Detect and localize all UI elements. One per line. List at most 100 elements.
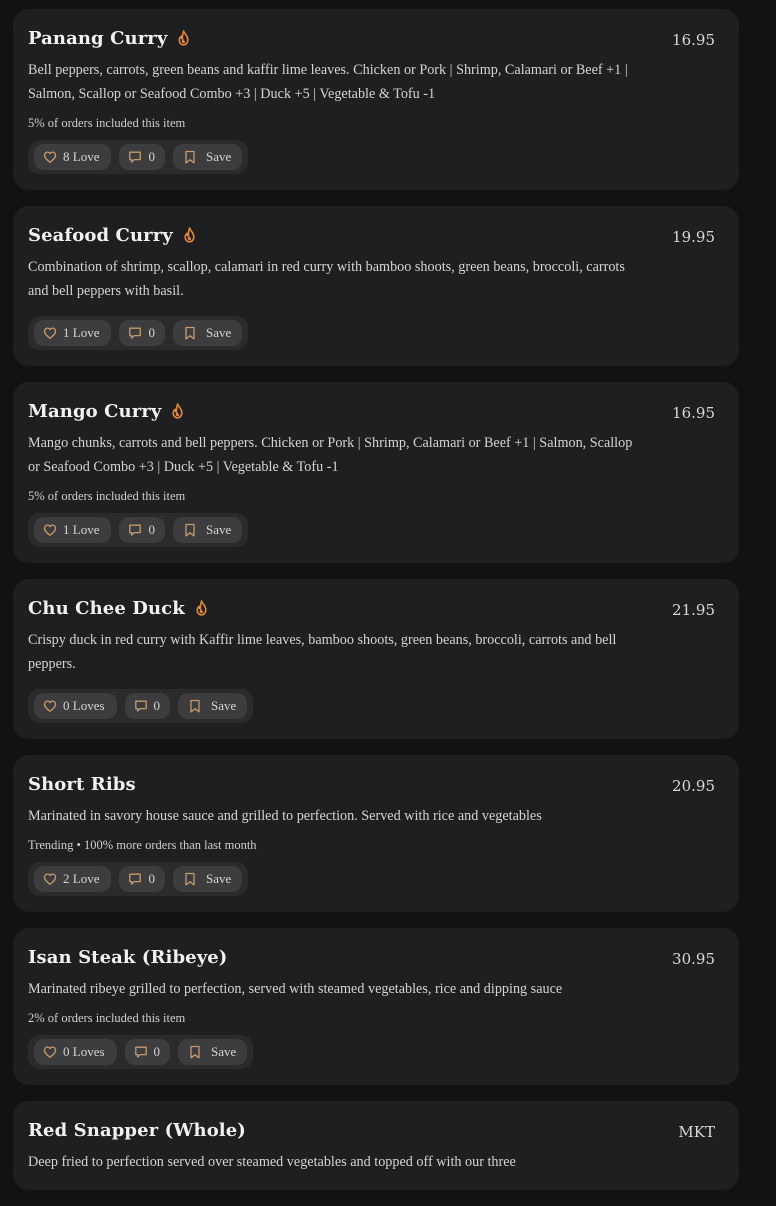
comment-count-label: 0 [153,1044,161,1059]
love-count-label: 2 Love [63,871,100,886]
menu-item-description: Combination of shrimp, scallop, calamari… [28,259,625,299]
comment-icon [134,1046,147,1058]
menu-item-actions: 0 Loves 0 Save [28,1035,254,1069]
save-button[interactable]: Save [172,320,243,346]
love-button[interactable]: 8 Love [34,144,112,170]
menu-item-description: Bell peppers, carrots, green beans and k… [28,62,628,102]
menu-item-title-row: Seafood Curry [28,223,724,247]
save-button[interactable]: Save [178,693,248,719]
comment-icon [129,873,142,885]
menu-item-description: Deep fried to perfection served over ste… [28,1154,516,1170]
comment-icon [129,327,142,339]
comment-button[interactable]: 0 [119,517,165,543]
menu-item-card[interactable]: Chu Chee Duck 21.95 Crispy duck in red c… [13,579,739,739]
love-count-label: 1 Love [63,325,100,340]
menu-item-name[interactable]: Chu Chee Duck [28,598,185,619]
comment-icon [129,524,142,536]
heart-icon [43,873,57,885]
menu-item-title-row: Red Snapper (Whole) [28,1118,724,1142]
menu-item-price: 16.95 [672,404,715,422]
flame-icon [171,403,184,419]
menu-item-name[interactable]: Red Snapper (Whole) [28,1120,246,1141]
bookmark-icon [185,326,195,340]
comment-count-label: 0 [148,325,155,340]
save-button[interactable]: Save [172,866,243,892]
menu-item-title-row: Panang Curry [28,26,724,50]
menu-item-card[interactable]: Seafood Curry 19.95 Combination of shrim… [13,206,739,366]
menu-item-card[interactable]: Short Ribs 20.95 Marinated in savory hou… [13,755,739,912]
menu-item-price: 21.95 [672,601,715,619]
menu-item-card[interactable]: Isan Steak (Ribeye) 30.95 Marinated ribe… [13,928,739,1085]
save-label: Save [205,325,232,340]
bookmark-icon [185,150,195,164]
menu-item-description: Marinated in savory house sauce and gril… [28,808,542,824]
menu-item-title-row: Isan Steak (Ribeye) [28,945,724,969]
menu-item-list: Panang Curry 16.95 Bell peppers, carrots… [13,9,739,1206]
save-button[interactable]: Save [172,144,243,170]
flame-icon [183,227,196,243]
love-count-label: 8 Love [63,149,100,164]
menu-item-title-row: Mango Curry [28,399,724,423]
menu-item-description: Marinated ribeye grilled to perfection, … [28,981,563,997]
menu-item-price: 19.95 [672,228,715,246]
bookmark-icon [185,872,195,886]
love-button[interactable]: 2 Love [34,866,112,892]
menu-item-name[interactable]: Mango Curry [28,401,161,422]
menu-item-title-row: Short Ribs [28,772,724,796]
menu-item-price: 20.95 [672,777,715,795]
menu-item-card[interactable]: Panang Curry 16.95 Bell peppers, carrots… [13,9,739,190]
comment-button[interactable]: 0 [119,320,165,346]
menu-item-title-row: Chu Chee Duck [28,596,724,620]
menu-item-actions: 0 Loves 0 Save [28,689,254,723]
love-count-label: 0 Loves [63,698,105,713]
save-label: Save [205,871,232,886]
love-button[interactable]: 1 Love [34,320,112,346]
love-count-label: 0 Loves [63,1044,105,1059]
menu-item-actions: 1 Love 0 Save [28,513,249,547]
menu-item-card[interactable]: Mango Curry 16.95 Mango chunks, carrots … [13,382,739,563]
heart-icon [43,151,57,163]
menu-item-name[interactable]: Short Ribs [28,774,136,795]
comment-button[interactable]: 0 [119,144,165,170]
bookmark-icon [185,523,195,537]
comment-button[interactable]: 0 [124,1039,171,1065]
menu-item-description: Crispy duck in red curry with Kaffir lim… [28,632,617,672]
menu-item-name[interactable]: Panang Curry [28,28,167,49]
menu-item-price: 30.95 [672,950,715,968]
menu-item-name[interactable]: Isan Steak (Ribeye) [28,947,227,968]
love-button[interactable]: 0 Loves [34,693,117,719]
menu-item-actions: 2 Love 0 Save [28,862,249,896]
comment-count-label: 0 [153,698,161,713]
menu-item-order-stat: 5% of orders included this item [28,489,186,503]
save-label: Save [205,522,232,537]
save-button[interactable]: Save [172,517,243,543]
comment-count-label: 0 [148,149,155,164]
flame-icon [195,600,208,616]
comment-count-label: 0 [148,871,155,886]
love-button[interactable]: 1 Love [34,517,112,543]
menu-item-price: MKT [678,1123,715,1141]
comment-icon [129,151,142,163]
menu-item-name[interactable]: Seafood Curry [28,225,173,246]
bookmark-icon [190,699,200,713]
flame-icon [177,30,190,46]
bookmark-icon [190,1045,200,1059]
heart-icon [43,1046,57,1058]
comment-count-label: 0 [148,522,155,537]
menu-item-description: Mango chunks, carrots and bell peppers. … [28,435,633,475]
comment-button[interactable]: 0 [124,693,171,719]
save-label: Save [211,698,237,713]
love-count-label: 1 Love [63,522,100,537]
heart-icon [43,700,57,712]
menu-item-order-stat: Trending • 100% more orders than last mo… [28,838,257,852]
heart-icon [43,524,57,536]
menu-item-order-stat: 2% of orders included this item [28,1011,186,1025]
menu-item-order-stat: 5% of orders included this item [28,116,186,130]
love-button[interactable]: 0 Loves [34,1039,117,1065]
menu-item-card[interactable]: Red Snapper (Whole) MKT Deep fried to pe… [13,1101,739,1190]
comment-button[interactable]: 0 [119,866,165,892]
heart-icon [43,327,57,339]
comment-icon [134,700,147,712]
save-label: Save [205,149,232,164]
save-button[interactable]: Save [178,1039,248,1065]
